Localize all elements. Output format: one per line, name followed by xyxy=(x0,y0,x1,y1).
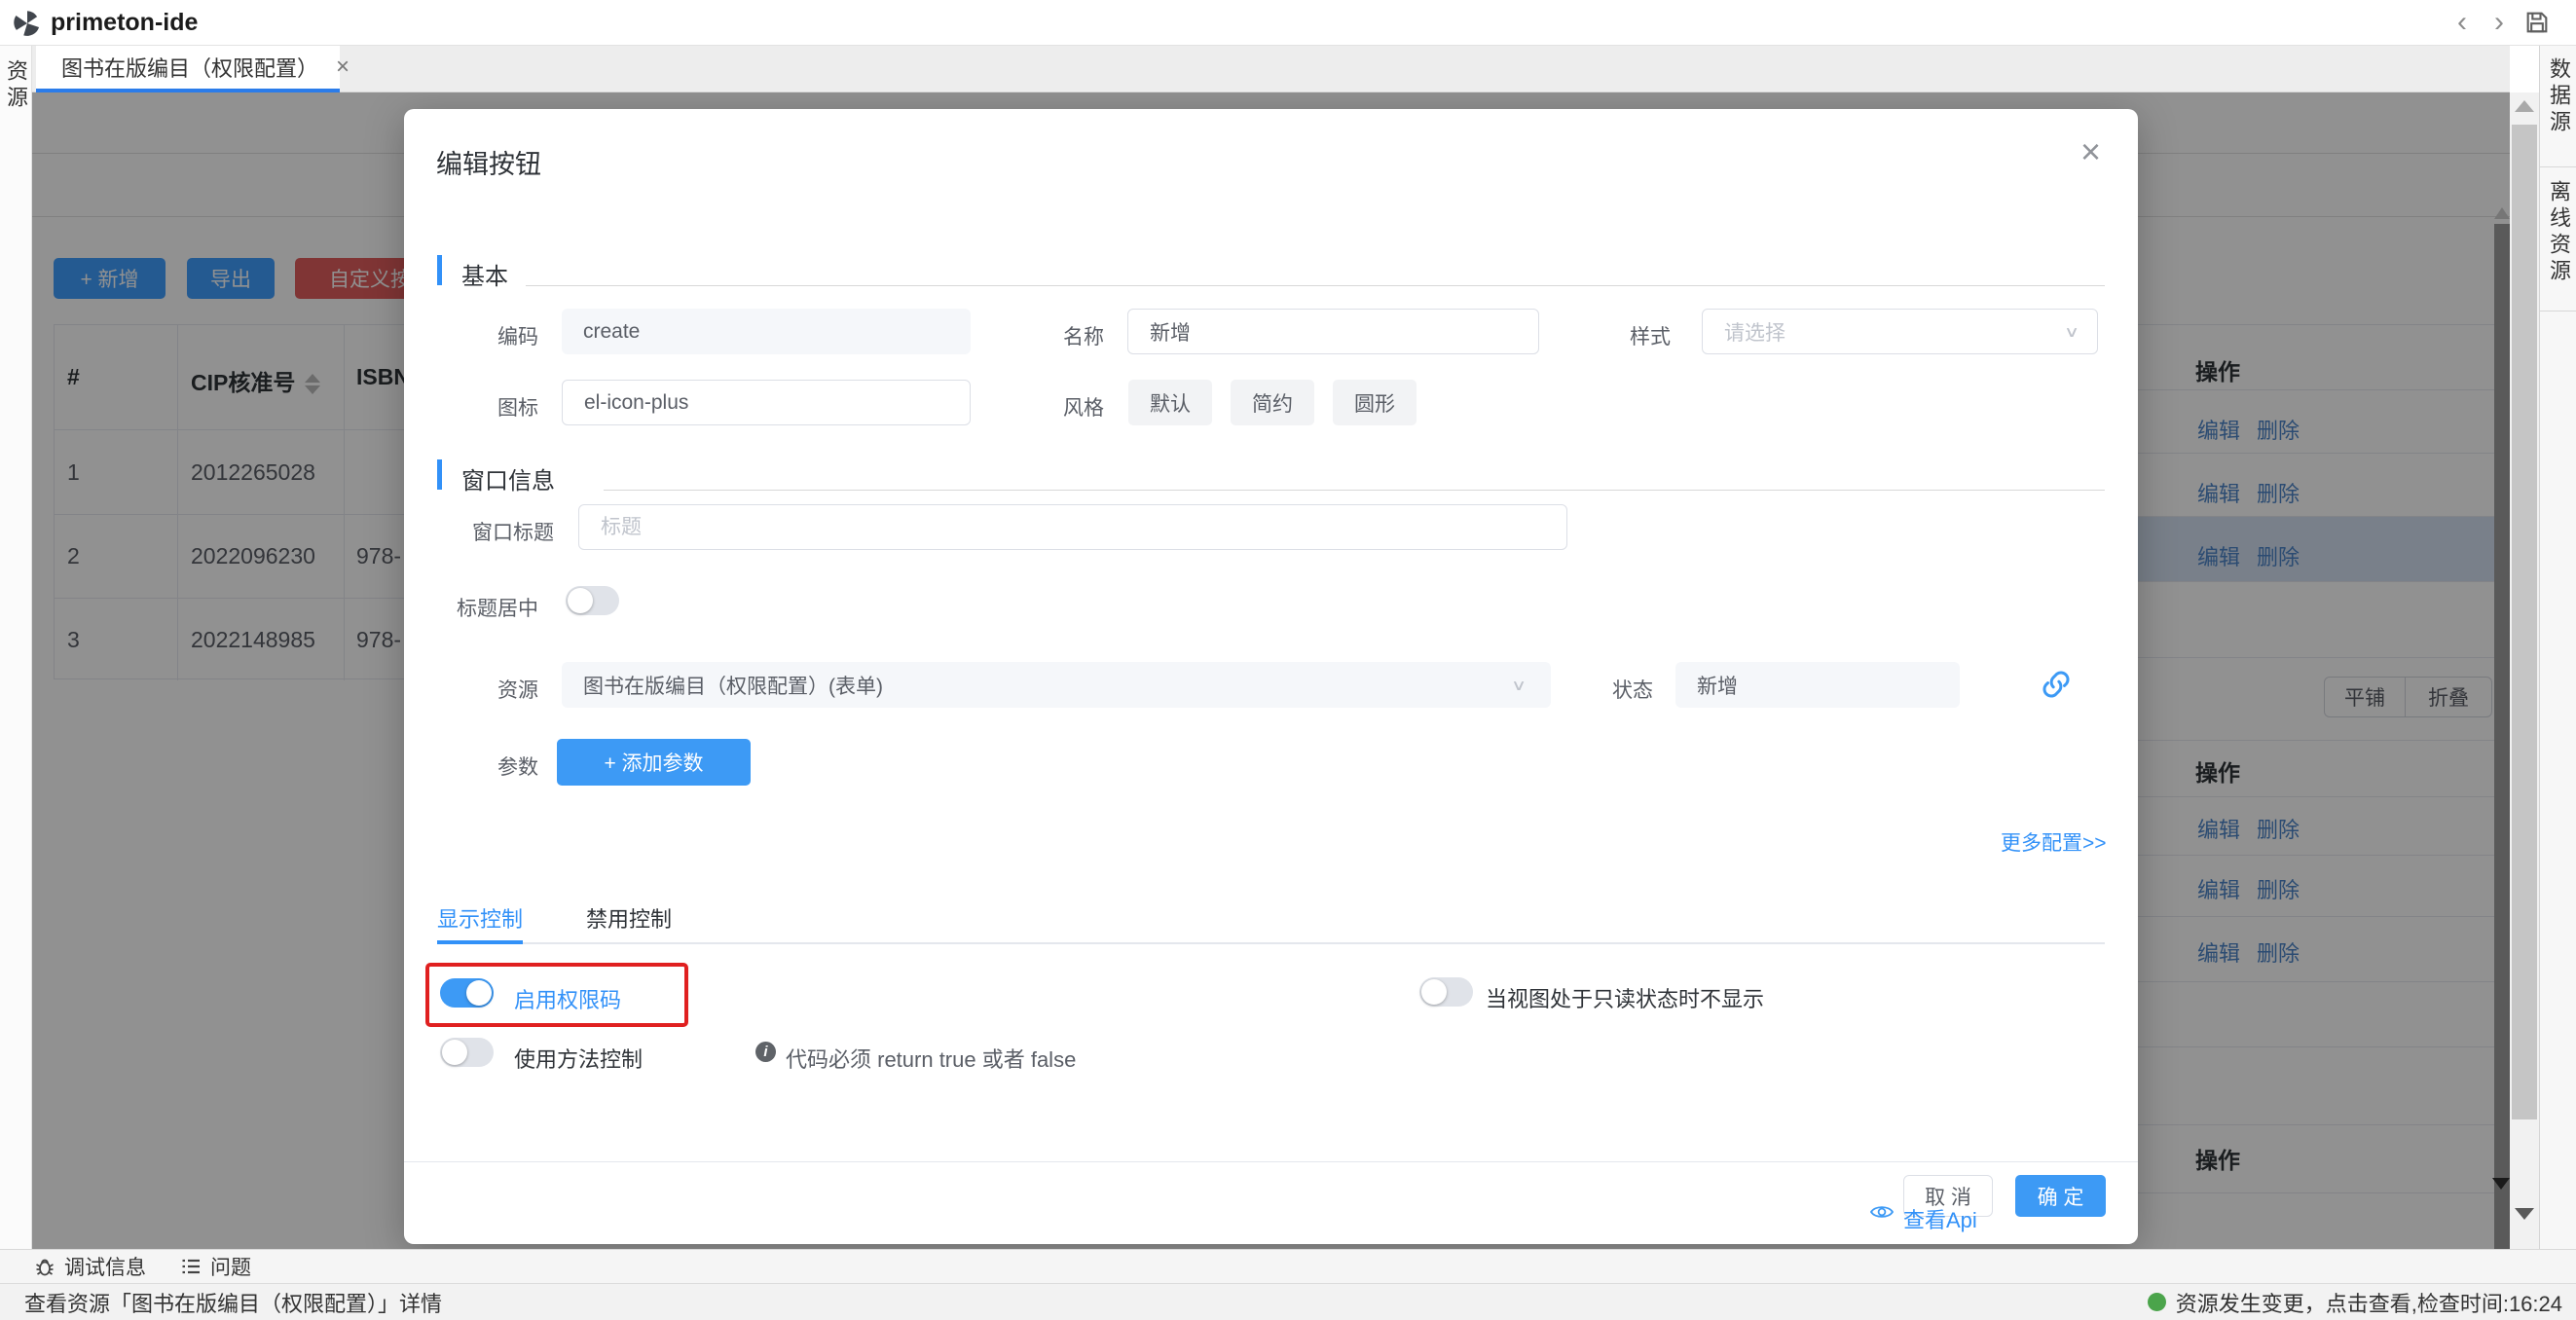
params-label: 参数 xyxy=(441,752,538,781)
scrollbar-thumb[interactable] xyxy=(2512,125,2537,1119)
shape-option-plain[interactable]: 简约 xyxy=(1231,380,1314,425)
footer-divider xyxy=(404,1161,2138,1162)
tab-active[interactable]: 图书在版编目（权限配置） × xyxy=(36,46,340,92)
tabs-underline xyxy=(437,942,2105,944)
eye-icon[interactable] xyxy=(1870,1202,1894,1222)
app-title: primeton-ide xyxy=(51,9,198,37)
shape-label: 风格 xyxy=(1007,392,1104,422)
nav-forward-button[interactable]: › xyxy=(2483,6,2516,39)
problems-label: 问题 xyxy=(210,1252,251,1281)
resource-select[interactable]: 图书在版编目（权限配置）(表单) xyxy=(562,662,1551,708)
method-hint: 代码必须 return true 或者 false xyxy=(786,1043,1076,1074)
perm-code-toggle[interactable] xyxy=(440,978,494,1008)
icon-field[interactable] xyxy=(562,380,971,425)
shape-option-default[interactable]: 默认 xyxy=(1128,380,1212,425)
sidebar-item-resources[interactable]: 资源 xyxy=(5,59,26,112)
tab-active-indicator xyxy=(437,940,523,944)
tab-display-control[interactable]: 显示控制 xyxy=(437,902,523,934)
scroll-up-icon[interactable] xyxy=(2515,100,2534,112)
problems-button[interactable]: 问题 xyxy=(179,1252,251,1281)
status-message: 查看资源「图书在版编目（权限配置）」详情 xyxy=(24,1287,442,1318)
style-label: 样式 xyxy=(1573,321,1671,350)
state-label: 状态 xyxy=(1556,675,1653,704)
chevron-down-icon: ∨ xyxy=(1511,677,1527,694)
name-field[interactable] xyxy=(1127,309,1539,354)
code-field: create xyxy=(562,309,971,354)
view-api-link[interactable]: 查看Api xyxy=(1903,1203,1977,1234)
left-rail: 资源 xyxy=(0,46,32,1249)
status-dot xyxy=(2148,1293,2166,1311)
info-icon: i xyxy=(755,1042,776,1062)
icon-label: 图标 xyxy=(441,392,538,422)
method-control-toggle[interactable] xyxy=(440,1038,494,1067)
tab-label: 图书在版编目（权限配置） xyxy=(61,52,318,83)
tab-bar: 图书在版编目（权限配置） × xyxy=(32,46,2510,92)
ok-button[interactable]: 确 定 xyxy=(2015,1175,2106,1217)
screen: primeton-ide ‹ › 图书在版编目（权限配置） × 资源 数据源 xyxy=(0,0,2576,1320)
save-icon[interactable] xyxy=(2523,9,2551,36)
dialog-close-icon[interactable]: × xyxy=(2080,134,2101,169)
section-accent-bar xyxy=(437,255,442,285)
rail-section-offline: 离线资源 xyxy=(2540,168,2576,312)
tab-close-icon[interactable]: × xyxy=(336,54,350,81)
link-icon[interactable] xyxy=(2040,668,2073,701)
debug-info-button[interactable]: 调试信息 xyxy=(33,1252,146,1281)
rail-section-datasource: 数据源 xyxy=(2540,46,2576,167)
more-config-link[interactable]: 更多配置>> xyxy=(2001,827,2107,857)
top-bar: primeton-ide ‹ › xyxy=(0,0,2576,46)
add-param-button[interactable]: + 添加参数 xyxy=(557,739,751,786)
shape-option-round[interactable]: 圆形 xyxy=(1333,380,1417,425)
style-select[interactable]: 请选择 xyxy=(1702,309,2098,354)
right-rail: 数据源 离线资源 xyxy=(2539,46,2576,1249)
readonly-hide-label: 当视图处于只读状态时不显示 xyxy=(1486,982,1764,1013)
chevron-down-icon: ∨ xyxy=(2064,323,2079,341)
resource-label: 资源 xyxy=(441,675,538,704)
perm-code-label: 启用权限码 xyxy=(514,983,621,1014)
section-title-basic: 基本 xyxy=(461,257,508,291)
bottom-toolbar: 调试信息 问题 xyxy=(0,1249,2576,1283)
bug-icon xyxy=(33,1255,56,1278)
vertical-scrollbar[interactable] xyxy=(2510,92,2539,1249)
title-center-toggle[interactable] xyxy=(566,586,619,615)
sidebar-item-offline[interactable]: 离线资源 xyxy=(2548,180,2569,311)
debug-info-label: 调试信息 xyxy=(64,1252,146,1281)
tab-disable-control[interactable]: 禁用控制 xyxy=(586,902,672,934)
nav-back-button[interactable]: ‹ xyxy=(2446,6,2479,39)
dialog-title: 编辑按钮 xyxy=(436,143,541,181)
section-title-window: 窗口信息 xyxy=(461,461,555,495)
app-logo-icon xyxy=(12,8,43,39)
sidebar-item-datasource[interactable]: 数据源 xyxy=(2548,57,2569,166)
edit-button-dialog: 编辑按钮 × 基本 编码 create 名称 样式 请选择 ∨ 图标 风格 默认… xyxy=(404,109,2138,1244)
window-title-field[interactable] xyxy=(578,504,1567,550)
state-field: 新增 xyxy=(1675,662,1960,708)
readonly-hide-toggle[interactable] xyxy=(1419,977,1473,1007)
status-bar: 查看资源「图书在版编目（权限配置）」详情 资源发生变更，点击查看,检查时间:16… xyxy=(0,1283,2576,1320)
resource-change-notice[interactable]: 资源发生变更，点击查看,检查时间:16:24 xyxy=(2148,1287,2562,1318)
method-control-label: 使用方法控制 xyxy=(514,1043,643,1074)
resource-change-label: 资源发生变更，点击查看,检查时间:16:24 xyxy=(2176,1287,2562,1318)
list-icon xyxy=(179,1255,202,1278)
name-label: 名称 xyxy=(1007,321,1104,350)
code-label: 编码 xyxy=(441,321,538,350)
scroll-down-icon[interactable] xyxy=(2515,1208,2534,1220)
section-accent-bar xyxy=(437,459,442,490)
window-title-label: 窗口标题 xyxy=(422,517,554,546)
title-center-label: 标题居中 xyxy=(425,593,538,622)
